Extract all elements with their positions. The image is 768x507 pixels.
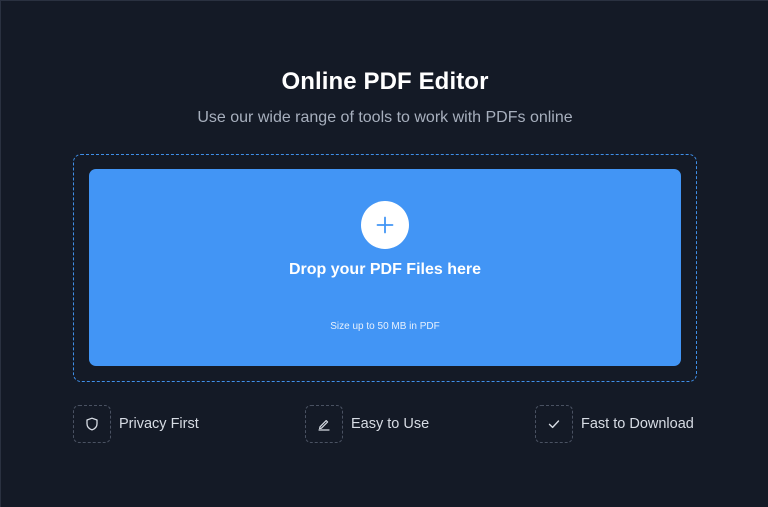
plus-icon <box>376 216 394 234</box>
dropzone-title: Drop your PDF Files here <box>288 261 482 278</box>
pencil-icon <box>318 420 330 431</box>
feature-label: Fast to Download <box>581 416 694 432</box>
feature-icon-box <box>73 405 111 443</box>
shield-icon <box>86 417 98 431</box>
page-subtitle: Use our wide range of tools to work with… <box>197 109 573 126</box>
file-dropzone[interactable]: Drop your PDF Files here Size up to 50 M… <box>89 169 681 366</box>
feature-icon-box <box>305 405 343 443</box>
dropzone-hint: Size up to 50 MB in PDF <box>330 321 440 332</box>
page-title: Online PDF Editor <box>281 68 489 95</box>
feature-icon-box <box>535 405 573 443</box>
page: Online PDF Editor Use our wide range of … <box>0 0 768 507</box>
add-file-button[interactable] <box>361 201 409 249</box>
feature-fast-to-download: Fast to Download <box>535 405 694 443</box>
checkmark-icon <box>548 420 560 429</box>
feature-privacy-first: Privacy First <box>73 405 199 443</box>
feature-label: Easy to Use <box>351 416 430 432</box>
feature-label: Privacy First <box>119 416 199 432</box>
feature-easy-to-use: Easy to Use <box>305 405 429 443</box>
